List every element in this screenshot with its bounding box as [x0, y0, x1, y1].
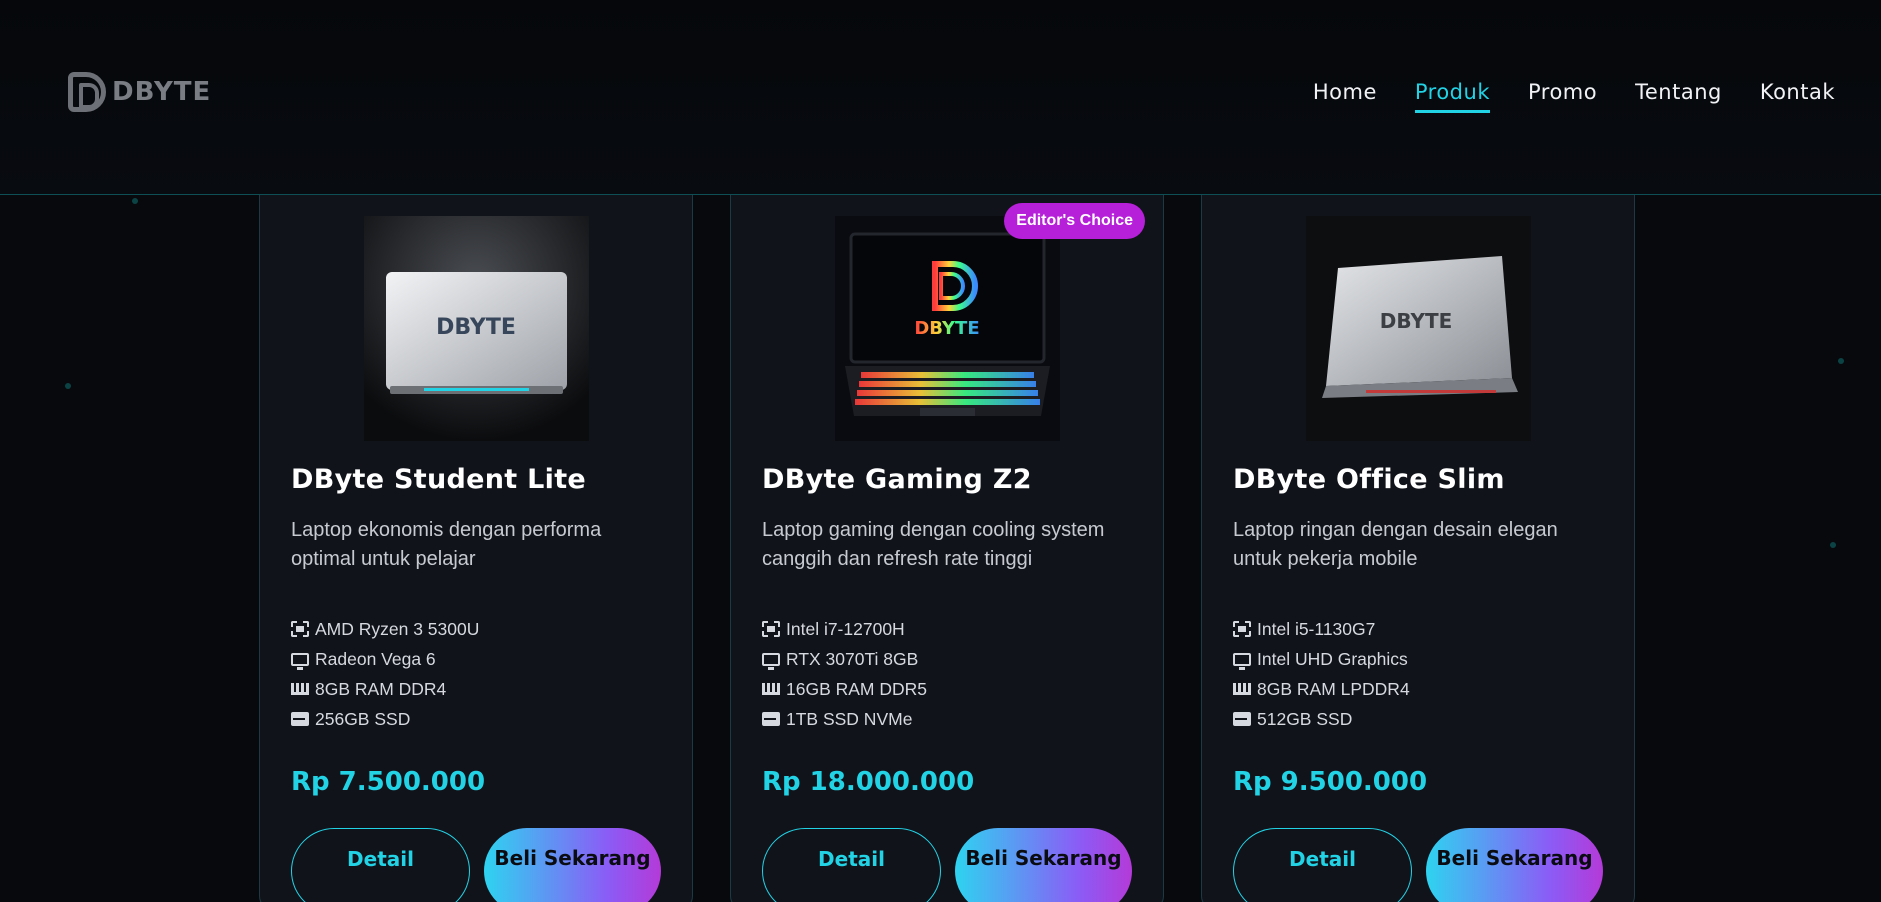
spec-list: Intel i5-1130G7 Intel UHD Graphics 8GB R… [1233, 614, 1410, 734]
detail-button[interactable]: Detail [291, 828, 470, 902]
detail-button[interactable]: Detail [1233, 828, 1412, 902]
background-dot [1838, 358, 1844, 364]
product-title: DByte Gaming Z2 [762, 464, 1032, 495]
monitor-icon [1233, 652, 1251, 670]
buy-now-button[interactable]: Beli Sekarang [1426, 828, 1603, 902]
background-dot [1830, 542, 1836, 548]
buy-now-button[interactable]: Beli Sekarang [955, 828, 1132, 902]
product-description: Laptop gaming dengan cooling system cang… [762, 519, 1105, 570]
product-title: DByte Office Slim [1233, 464, 1505, 495]
spec-storage: 256GB SSD [291, 704, 479, 734]
detail-button[interactable]: Detail [762, 828, 941, 902]
main-nav: Home Produk Promo Tentang Kontak [1313, 80, 1835, 113]
nav-kontak[interactable]: Kontak [1760, 80, 1835, 113]
spec-storage: 1TB SSD NVMe [762, 704, 927, 734]
spec-list: AMD Ryzen 3 5300U Radeon Vega 6 8GB RAM … [291, 614, 479, 734]
nav-tentang[interactable]: Tentang [1635, 80, 1722, 113]
product-price: Rp 18.000.000 [762, 767, 975, 797]
background-dot [132, 198, 138, 204]
cpu-icon [291, 621, 309, 637]
svg-text:DBYTE: DBYTE [914, 318, 979, 339]
spec-ram: 16GB RAM DDR5 [762, 674, 927, 704]
product-description: Laptop ekonomis dengan performa optimal … [291, 519, 602, 570]
product-image-student-lite: DBYTE [364, 216, 589, 441]
svg-text:DBYTE: DBYTE [1380, 309, 1453, 333]
spec-gpu: Radeon Vega 6 [291, 644, 479, 674]
hdd-icon [291, 712, 309, 726]
brand-name: DBYTE [112, 77, 212, 107]
product-price: Rp 7.500.000 [291, 767, 486, 797]
monitor-icon [291, 652, 309, 670]
brand-logo[interactable]: DBYTE [68, 72, 211, 112]
memory-icon [1233, 683, 1251, 695]
hdd-icon [762, 712, 780, 726]
svg-text:DBYTE: DBYTE [436, 315, 516, 340]
memory-icon [291, 683, 309, 695]
cpu-icon [1233, 621, 1251, 637]
spec-ram: 8GB RAM LPDDR4 [1233, 674, 1410, 704]
product-description: Laptop ringan dengan desain elegan untuk… [1233, 519, 1558, 570]
buy-now-button[interactable]: Beli Sekarang [484, 828, 661, 902]
memory-icon [762, 683, 780, 695]
spec-gpu: RTX 3070Ti 8GB [762, 644, 927, 674]
hdd-icon [1233, 712, 1251, 726]
logo-icon [68, 72, 106, 112]
background-dot [65, 383, 71, 389]
product-title: DByte Student Lite [291, 464, 587, 495]
spec-ram: 8GB RAM DDR4 [291, 674, 479, 704]
spec-cpu: Intel i5-1130G7 [1233, 614, 1410, 644]
editors-choice-badge: Editor's Choice [1004, 203, 1145, 239]
product-card: DBYTE DByte Student Lite Laptop ekonomis… [259, 150, 693, 902]
site-header: DBYTE Home Produk Promo Tentang Kontak [0, 0, 1881, 195]
spec-cpu: Intel i7-12700H [762, 614, 927, 644]
spec-cpu: AMD Ryzen 3 5300U [291, 614, 479, 644]
spec-storage: 512GB SSD [1233, 704, 1410, 734]
nav-home[interactable]: Home [1313, 80, 1377, 113]
product-image-office-slim: DBYTE [1306, 216, 1531, 441]
product-card: DBYTE DByte Office Slim Laptop ringan de… [1201, 150, 1635, 902]
cpu-icon [762, 621, 780, 637]
spec-list: Intel i7-12700H RTX 3070Ti 8GB 16GB RAM … [762, 614, 927, 734]
monitor-icon [762, 652, 780, 670]
spec-gpu: Intel UHD Graphics [1233, 644, 1410, 674]
product-card: DBYTE Editor's Choice DByte Gaming Z2 La… [730, 150, 1164, 902]
product-price: Rp 9.500.000 [1233, 767, 1428, 797]
nav-promo[interactable]: Promo [1528, 80, 1597, 113]
product-image-gaming-z2: DBYTE [835, 216, 1060, 441]
nav-produk[interactable]: Produk [1414, 80, 1490, 113]
